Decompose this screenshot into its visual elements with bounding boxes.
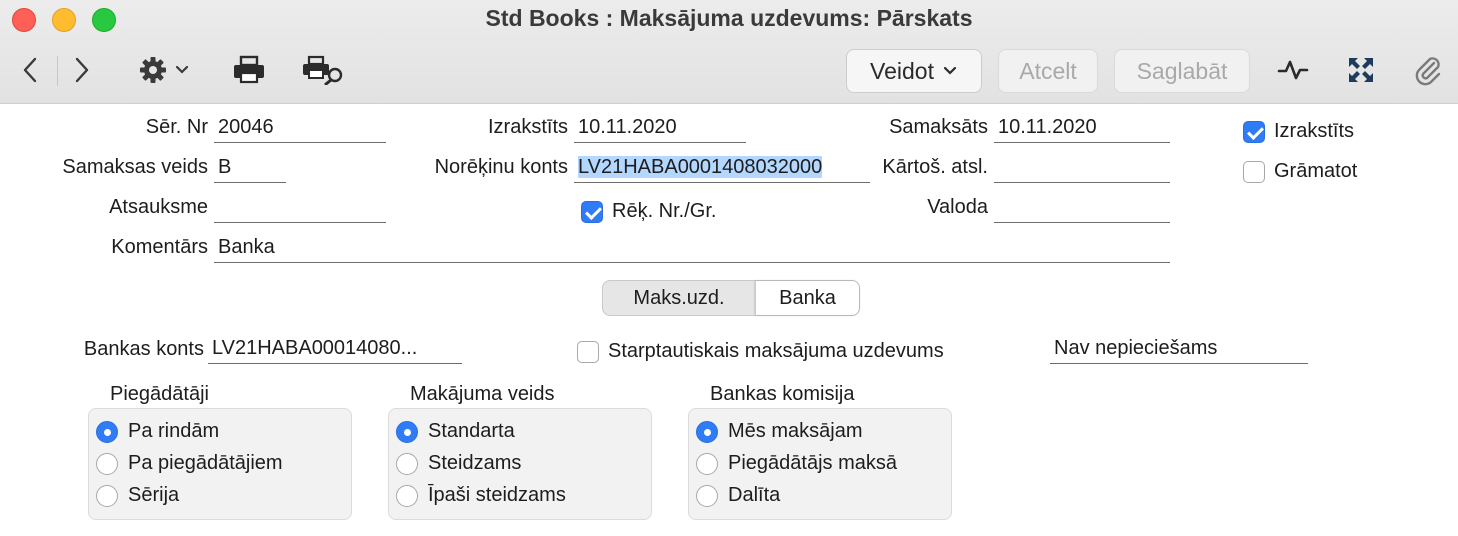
window-titlebar: Std Books : Maksājuma uzdevums: Pārskats — [0, 0, 1458, 104]
cancel-button[interactable]: Atcelt — [998, 49, 1098, 93]
suppliers-option-label: Sērija — [128, 484, 180, 506]
payment-type-radio-extra-urgent[interactable] — [396, 485, 418, 507]
language-label: Valoda — [927, 196, 988, 218]
commission-option-label: Dalīta — [728, 484, 781, 506]
create-button-label: Veidot — [870, 57, 934, 84]
international-checkbox[interactable] — [577, 341, 599, 363]
window-title: Std Books : Maksājuma uzdevums: Pārskats — [485, 5, 973, 31]
actions-menu-button[interactable] — [132, 52, 196, 88]
save-button[interactable]: Saglabāt — [1114, 49, 1250, 93]
print-preview-icon[interactable] — [300, 52, 348, 88]
commission-option-label: Mēs maksājam — [728, 420, 863, 442]
paid-date-field[interactable]: 10.11.2020 — [994, 113, 1170, 143]
issued-label: Izrakstīts — [487, 116, 568, 138]
payment-type-label: Samaksas veids — [62, 156, 208, 178]
bank-account-label: Bankas konts — [83, 338, 204, 360]
tab-banka[interactable]: Banka — [755, 281, 859, 315]
chevron-down-icon — [175, 65, 189, 74]
post-checkbox-label: Grāmatot — [1274, 160, 1358, 182]
commission-radio-we-pay[interactable] — [696, 421, 718, 443]
payment-type-radio-standard[interactable] — [396, 421, 418, 443]
invoice-nr-checkbox[interactable] — [581, 201, 603, 223]
reference-label: Atsauksme — [109, 196, 208, 218]
bank-account-field[interactable]: LV21HABA00014080... — [208, 334, 462, 364]
toolbar-separator — [57, 56, 58, 86]
suppliers-radio-by-supplier[interactable] — [96, 453, 118, 475]
suppliers-option-label: Pa rindām — [128, 420, 220, 442]
tab-bar: Maks.uzd. Banka — [602, 280, 860, 316]
account-field-value: LV21HABA0001408032000 — [578, 156, 823, 178]
chevron-down-icon — [943, 66, 957, 75]
commission-radio-supplier-pays[interactable] — [696, 453, 718, 475]
cancel-button-label: Atcelt — [1019, 57, 1077, 84]
payment-type-field[interactable]: B — [214, 153, 286, 183]
reference-field[interactable] — [214, 193, 386, 223]
save-button-label: Saglabāt — [1136, 57, 1228, 84]
account-label: Norēķinu konts — [434, 156, 568, 178]
paid-label: Samaksāts — [889, 116, 988, 138]
gear-icon — [140, 57, 166, 83]
suppliers-group-title: Piegādātāji — [110, 383, 209, 405]
commission-group-title: Bankas komisija — [710, 383, 855, 405]
payment-type-option-label: Steidzams — [428, 452, 522, 474]
post-checkbox[interactable] — [1243, 161, 1265, 183]
fullscreen-icon[interactable] — [1344, 52, 1378, 88]
ser-nr-label: Sēr. Nr — [145, 116, 208, 138]
language-field[interactable] — [994, 193, 1170, 223]
suppliers-option-label: Pa piegādātājiem — [128, 452, 283, 474]
activity-icon[interactable] — [1276, 52, 1310, 88]
comment-label: Komentārs — [111, 236, 208, 258]
payment-type-option-label: Standarta — [428, 420, 515, 442]
comment-field[interactable]: Banka — [214, 233, 1170, 263]
forward-icon[interactable] — [68, 52, 96, 88]
payment-type-radio-urgent[interactable] — [396, 453, 418, 475]
requirement-field[interactable]: Nav nepieciešams — [1050, 334, 1308, 364]
issued-checkbox[interactable] — [1243, 121, 1265, 143]
commission-option-label: Piegādātājs maksā — [728, 452, 897, 474]
sort-key-label: Kārtoš. atsl. — [882, 156, 988, 178]
invoice-nr-checkbox-label: Rēķ. Nr./Gr. — [612, 200, 717, 222]
international-checkbox-label: Starptautiskais maksājuma uzdevums — [608, 340, 944, 362]
create-button[interactable]: Veidot — [846, 49, 982, 93]
suppliers-radio-by-rows[interactable] — [96, 421, 118, 443]
issued-date-field[interactable]: 10.11.2020 — [574, 113, 746, 143]
issued-checkbox-label: Izrakstīts — [1274, 120, 1355, 142]
payment-type-option-label: Īpaši steidzams — [428, 484, 566, 506]
attachment-icon[interactable] — [1410, 52, 1446, 88]
suppliers-radio-series[interactable] — [96, 485, 118, 507]
payment-type-group-title: Makājuma veids — [410, 383, 555, 405]
ser-nr-field[interactable]: 20046 — [214, 113, 386, 143]
commission-radio-shared[interactable] — [696, 485, 718, 507]
back-icon[interactable] — [16, 52, 44, 88]
tab-maks-uzd[interactable]: Maks.uzd. — [603, 281, 755, 315]
account-field[interactable]: LV21HABA0001408032000 — [574, 153, 870, 183]
print-icon[interactable] — [230, 52, 268, 88]
sort-key-field[interactable] — [994, 153, 1170, 183]
